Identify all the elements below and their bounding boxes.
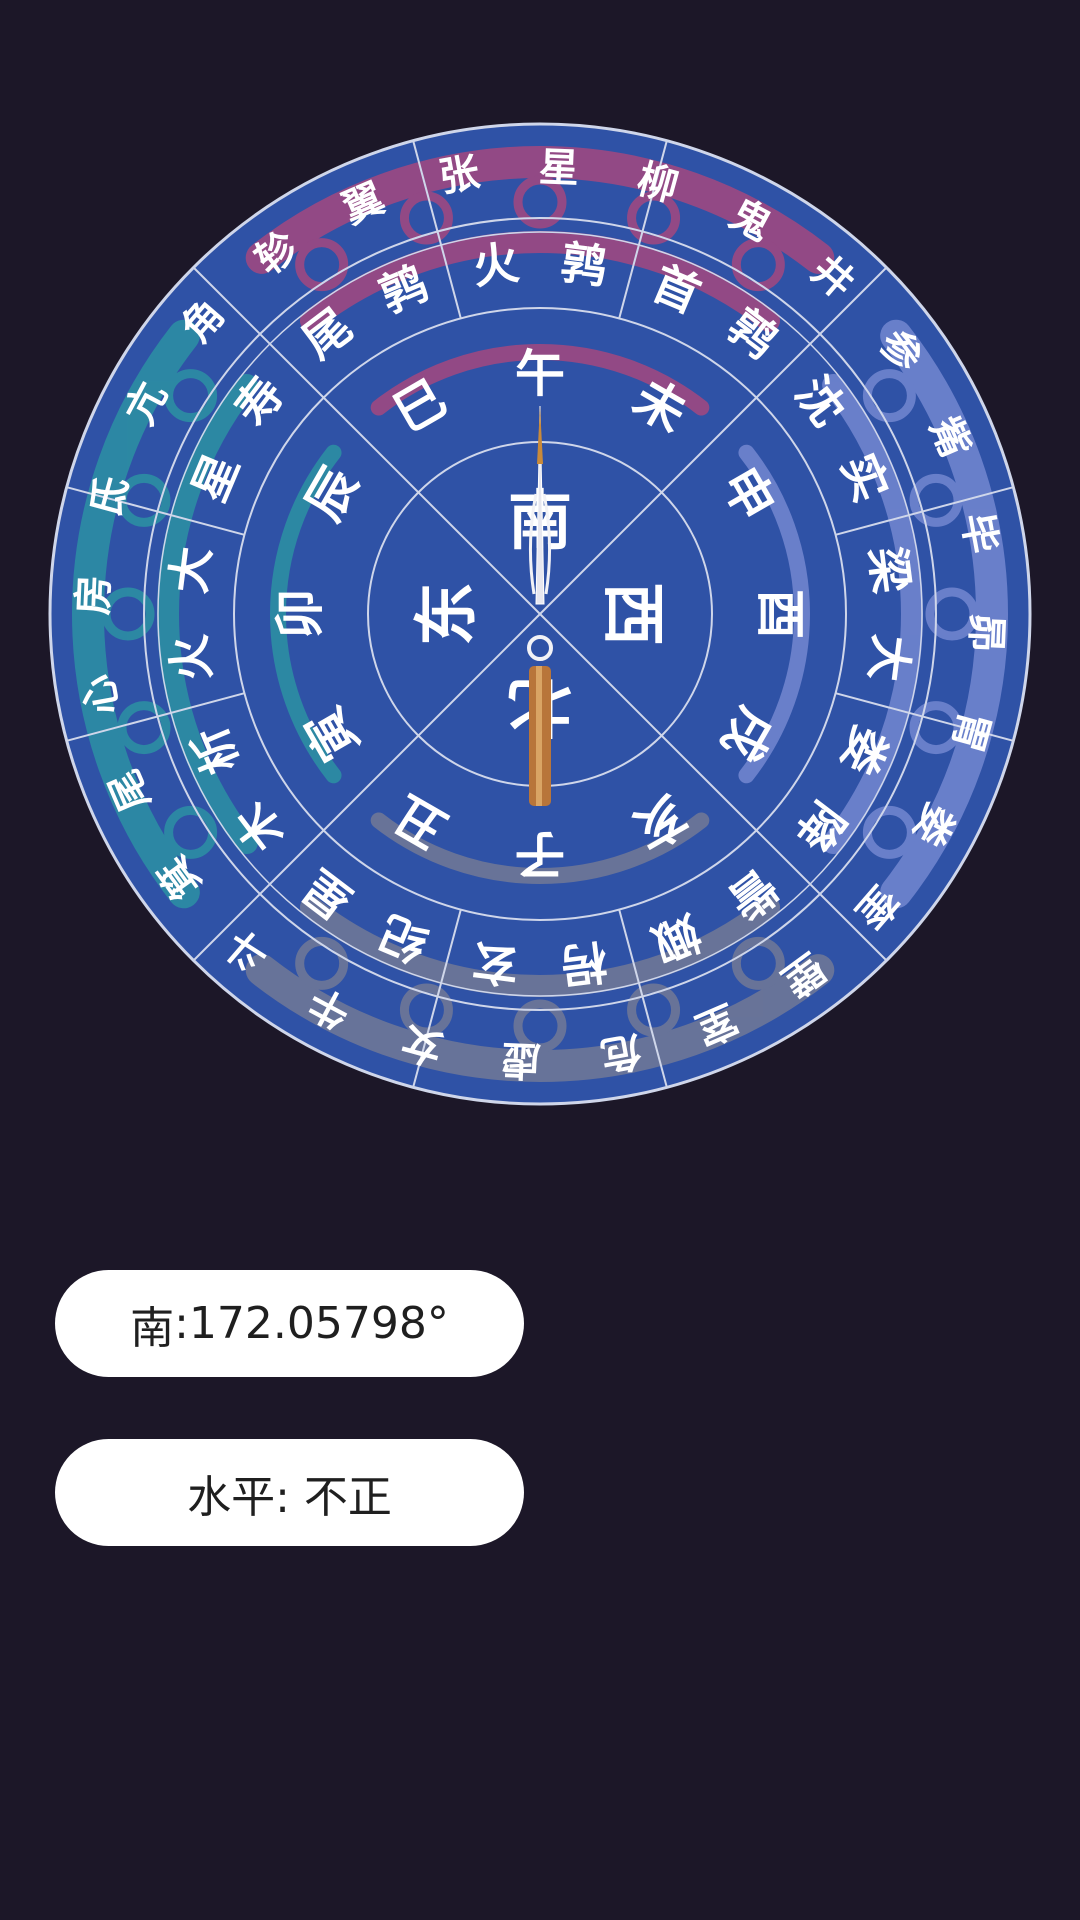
mansion-label: 火	[161, 632, 220, 684]
branch-label: 子	[515, 825, 565, 883]
branch-label: 午	[515, 345, 565, 403]
branch-label: 酉	[751, 589, 809, 639]
mansion-label: 玄	[470, 934, 522, 993]
lunar-mansion-label: 心	[75, 671, 127, 719]
heading-readout: 南 :172.05798°	[55, 1270, 524, 1377]
direction-west: 西	[595, 582, 669, 646]
lunar-mansion-label: 房	[71, 574, 119, 616]
lunar-mansion-label: 星	[538, 145, 580, 193]
needle-tail-highlight	[536, 666, 542, 806]
level-status: 不正	[303, 1471, 392, 1523]
heading-direction: 南	[130, 1302, 175, 1354]
mansion-label: 大	[161, 544, 220, 596]
lunar-mansion-label: 昴	[962, 612, 1010, 654]
branch-label: 卯	[271, 589, 329, 639]
lunar-mansion-label: 危	[597, 1026, 645, 1078]
mansion-label: 火	[470, 235, 522, 294]
heading-degrees: 172.05798°	[188, 1298, 449, 1349]
direction-east: 东	[411, 582, 485, 646]
mansion-label: 鹑	[558, 235, 610, 294]
mansion-label: 枵	[558, 934, 610, 993]
mansion-label: 大	[860, 632, 919, 684]
compass-screen: 南东北西午巳辰卯寅丑子亥戌酉申未鹑首鹑火鹑尾寿星大火析木星纪玄枵娵訾降娄大梁实沈…	[0, 0, 1080, 1920]
level-label: 水平:	[187, 1471, 290, 1523]
level-readout: 水平: 不正	[55, 1439, 524, 1546]
heading-separator: :	[174, 1298, 189, 1349]
compass-dial-svg: 南东北西午巳辰卯寅丑子亥戌酉申未鹑首鹑火鹑尾寿星大火析木星纪玄枵娵訾降娄大梁实沈…	[48, 122, 1032, 1106]
lunar-mansion-label: 张	[435, 149, 483, 201]
lunar-mansion-label: 虚	[500, 1036, 542, 1084]
mansion-label: 梁	[860, 544, 919, 596]
lunar-mansion-label: 毕	[952, 509, 1004, 557]
compass-dial: 南东北西午巳辰卯寅丑子亥戌酉申未鹑首鹑火鹑尾寿星大火析木星纪玄枵娵訾降娄大梁实沈…	[44, 118, 1036, 1110]
